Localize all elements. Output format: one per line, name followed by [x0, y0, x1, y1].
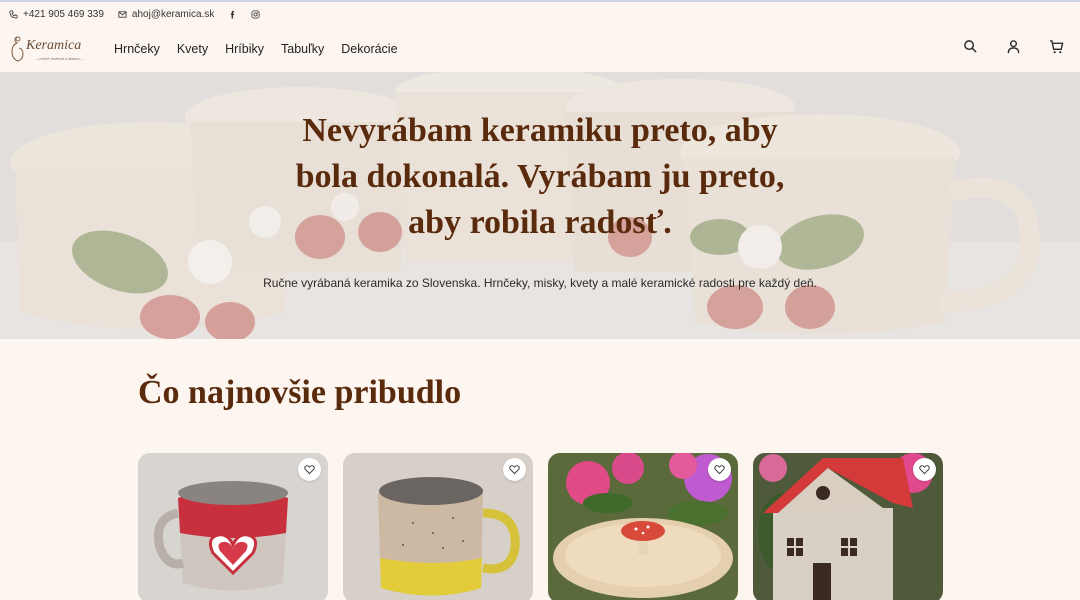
- nav-item-hribiky[interactable]: Hríbiky: [225, 42, 264, 56]
- instagram-icon: [251, 9, 260, 19]
- hero-title-line: bola dokonalá. Vyrábam ju preto,: [295, 158, 785, 195]
- user-icon[interactable]: [1006, 39, 1021, 54]
- nav-item-hrnceky[interactable]: Hrnčeky: [114, 42, 160, 56]
- wishlist-button[interactable]: [913, 458, 936, 481]
- cart-icon[interactable]: [1049, 39, 1064, 54]
- email-link[interactable]: ahoj@keramica.sk: [118, 9, 214, 20]
- product-card[interactable]: [138, 453, 328, 600]
- nav-item-kvety[interactable]: Kvety: [177, 42, 208, 56]
- wishlist-button[interactable]: [298, 458, 321, 481]
- instagram-link[interactable]: [251, 9, 260, 19]
- product-card[interactable]: [753, 453, 943, 600]
- logo-mark-icon: [11, 36, 24, 62]
- logo-wordmark: Keramica: [26, 38, 82, 53]
- phone-icon: [9, 9, 18, 19]
- hero-banner: Nevyrábam keramiku preto, aby bola dokon…: [0, 72, 1080, 339]
- main-nav: Hrnčeky Kvety Hríbiky Tabuľky Dekorácie: [114, 42, 398, 56]
- phone-number: +421 905 469 339: [23, 8, 104, 20]
- mail-icon: [118, 10, 127, 18]
- contact-bar: +421 905 469 339 ahoj@keramica.sk: [0, 0, 1080, 26]
- hero-title: Nevyrábam keramiku preto, aby bola dokon…: [0, 108, 1080, 246]
- heart-icon: [509, 465, 520, 475]
- email-address: ahoj@keramica.sk: [131, 8, 215, 20]
- hero-title-line: aby robila radosť.: [408, 204, 672, 241]
- section-title: Čo najnovšie pribudlo: [138, 374, 462, 411]
- hero-title-line: Nevyrábam keramiku preto, aby: [302, 112, 778, 149]
- nav-item-tabulky[interactable]: Tabuľky: [281, 42, 324, 56]
- wishlist-button[interactable]: [503, 458, 526, 481]
- product-grid: [138, 453, 943, 600]
- heart-icon: [919, 465, 930, 475]
- facebook-link[interactable]: [228, 10, 237, 19]
- nav-item-dekoracie[interactable]: Dekorácie: [341, 42, 397, 56]
- logo[interactable]: Keramica – ručně tvořená s láskou –: [9, 32, 89, 66]
- facebook-icon: [231, 10, 235, 19]
- search-icon[interactable]: [963, 39, 978, 54]
- product-card[interactable]: [343, 453, 533, 600]
- product-card[interactable]: [548, 453, 738, 600]
- site-header: Keramica – ručně tvořená s láskou – Hrnč…: [0, 26, 1080, 72]
- phone-link[interactable]: +421 905 469 339: [9, 9, 104, 20]
- wishlist-button[interactable]: [708, 458, 731, 481]
- heart-icon: [714, 465, 725, 475]
- logo-tagline: – ručně tvořená s láskou –: [36, 56, 83, 61]
- hero-subtitle: Ručne vyrábaná keramika zo Slovenska. Hr…: [263, 276, 817, 290]
- header-actions: [963, 39, 1064, 54]
- heart-icon: [304, 465, 315, 475]
